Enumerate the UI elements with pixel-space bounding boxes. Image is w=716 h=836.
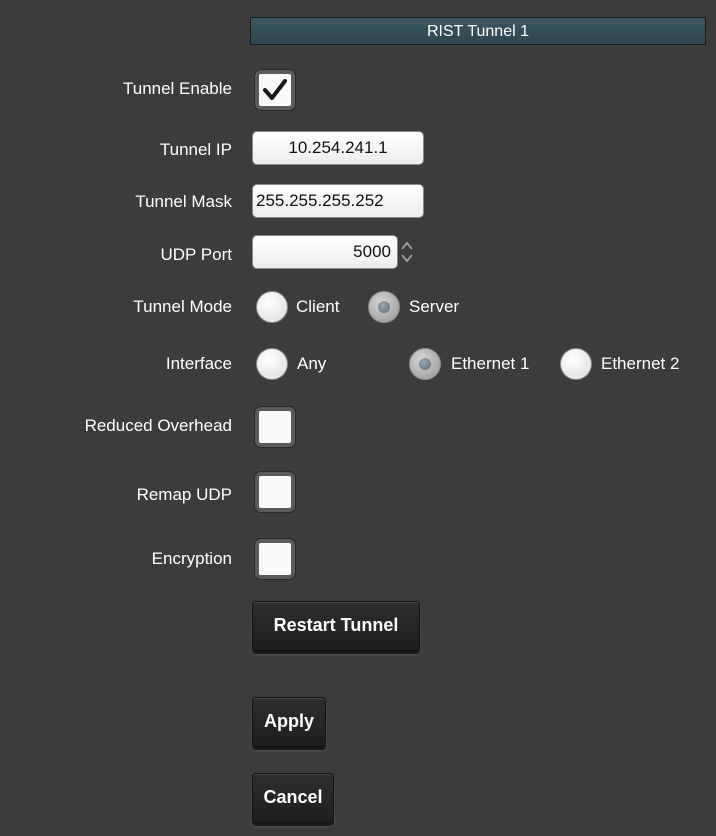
tunnel-mode-server-label: Server [409,297,460,316]
interface-ethernet2-label: Ethernet 2 [601,354,680,373]
interface-ethernet1-label: Ethernet 1 [451,354,530,373]
interface-ethernet2-radio[interactable] [560,348,592,380]
tunnel-mask-field[interactable]: 255.255.255.252 [252,184,424,218]
apply-button[interactable]: Apply [252,697,326,747]
interface-any-radio[interactable] [256,348,288,380]
cancel-button[interactable]: Cancel [252,773,334,823]
reduced-overhead-label: Reduced Overhead [84,416,232,435]
udp-port-field[interactable]: 5000 [252,235,398,269]
interface-label: Interface [165,354,232,373]
encryption-checkbox[interactable] [255,539,295,579]
remap-udp-label: Remap UDP [136,485,232,504]
checkmark-icon [263,79,287,100]
tunnel-enable-label: Tunnel Enable [122,79,232,98]
udp-port-label: UDP Port [160,245,233,264]
panel-title: RIST Tunnel 1 [250,17,706,45]
tunnel-mode-server-radio[interactable] [368,291,400,323]
udp-port-spinner[interactable] [400,235,414,269]
reduced-overhead-checkbox[interactable] [255,407,295,447]
spinner-arrows-icon [401,241,413,263]
encryption-label: Encryption [151,549,232,568]
interface-any-label: Any [297,354,327,373]
tunnel-enable-checkbox[interactable] [255,70,295,110]
tunnel-mode-client-label: Client [296,297,340,316]
tunnel-ip-label: Tunnel IP [159,140,232,159]
remap-udp-checkbox[interactable] [255,472,295,512]
tunnel-mode-client-radio[interactable] [256,291,288,323]
interface-ethernet1-radio[interactable] [409,348,441,380]
tunnel-mask-label: Tunnel Mask [135,192,232,211]
restart-tunnel-button[interactable]: Restart Tunnel [252,601,420,651]
tunnel-mode-label: Tunnel Mode [133,297,232,316]
tunnel-ip-field[interactable]: 10.254.241.1 [252,131,424,165]
